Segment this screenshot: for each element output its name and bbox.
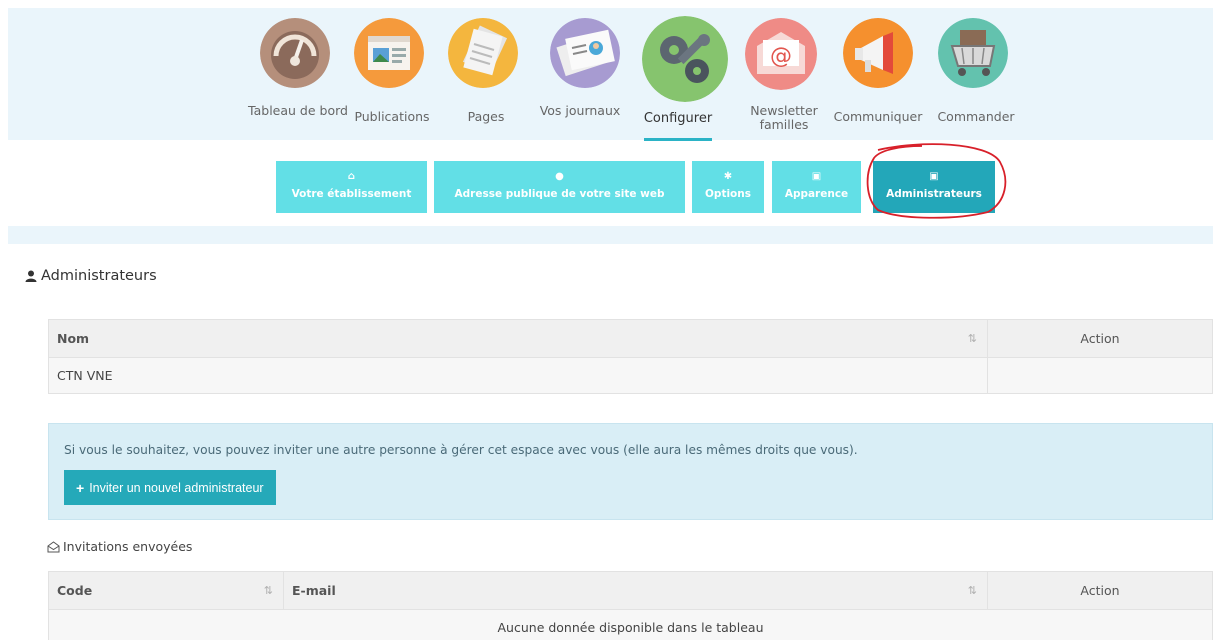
column-header-code[interactable]: Code ⇅ xyxy=(48,571,284,610)
table-row: Aucune donnée disponible dans le tableau xyxy=(48,609,1213,640)
image-icon: ▣ xyxy=(811,171,822,182)
megaphone-icon xyxy=(843,18,913,88)
content-divider-strip xyxy=(8,226,1213,244)
column-header-label: Action xyxy=(1080,331,1120,346)
tab-label: Votre établissement xyxy=(291,188,412,200)
newspaper-icon xyxy=(550,18,620,88)
invitations-table: Code ⇅ E-mail ⇅ Action Aucune donnée dis… xyxy=(48,571,1213,640)
svg-text:@: @ xyxy=(770,44,792,69)
publications-icon xyxy=(354,18,424,88)
column-header-email[interactable]: E-mail ⇅ xyxy=(283,571,988,610)
dashboard-gauge-icon xyxy=(260,18,330,88)
invitations-title-text: Invitations envoyées xyxy=(63,539,193,554)
nav-item-newsletter-familles[interactable]: @ Newsletter familles xyxy=(738,18,830,138)
red-annotation-ellipse xyxy=(866,143,1007,219)
admin-name-cell: CTN VNE xyxy=(48,357,988,394)
column-header-label: Action xyxy=(1080,583,1120,598)
tab-apparence[interactable]: ▣ Apparence xyxy=(772,161,861,213)
section-title: Administrateurs xyxy=(25,268,157,284)
administrators-table: Nom ⇅ Action CTN VNE xyxy=(48,319,1213,394)
invite-info-box: Si vous le souhaitez, vous pouvez invite… xyxy=(48,423,1213,520)
invite-admin-button-label: Inviter un nouvel administrateur xyxy=(89,480,264,495)
nav-item-communiquer[interactable]: Communiquer xyxy=(832,18,924,138)
nav-label: Vos journaux xyxy=(539,103,621,118)
nav-label: Pages xyxy=(467,109,505,124)
tab-label: Options xyxy=(705,188,751,200)
column-header-label: Nom xyxy=(57,331,90,346)
pages-icon xyxy=(448,18,518,88)
table-header-row: Code ⇅ E-mail ⇅ Action xyxy=(48,571,1213,610)
tab-label: Adresse publique de votre site web xyxy=(454,188,665,200)
email-icon: @ xyxy=(745,18,817,90)
table-row: CTN VNE xyxy=(48,357,1213,394)
nav-label: Publications xyxy=(354,109,430,124)
column-header-label: Code xyxy=(57,583,93,598)
gears-icon xyxy=(642,16,728,102)
invite-admin-button[interactable]: + Inviter un nouvel administrateur xyxy=(64,470,276,505)
plus-icon: + xyxy=(76,479,85,496)
nav-item-commander[interactable]: Commander xyxy=(930,18,1022,138)
nav-label: Commander xyxy=(937,109,1015,124)
gear-icon: ✱ xyxy=(723,171,733,182)
sort-icon[interactable]: ⇅ xyxy=(264,584,273,597)
nav-item-pages[interactable]: Pages xyxy=(440,18,532,138)
column-header-action: Action xyxy=(987,571,1213,610)
main-navigation: Tableau de bord Publications Pages Vos j… xyxy=(248,16,1032,141)
envelope-open-icon xyxy=(47,540,60,552)
home-icon: ⌂ xyxy=(347,171,356,182)
column-header-label: E-mail xyxy=(292,583,336,598)
sort-icon[interactable]: ⇅ xyxy=(968,332,977,345)
sort-icon[interactable]: ⇅ xyxy=(968,584,977,597)
column-header-action: Action xyxy=(987,319,1213,358)
tab-votre-etablissement[interactable]: ⌂ Votre établissement xyxy=(276,161,427,213)
nav-label: Communiquer xyxy=(833,109,923,124)
tab-label: Apparence xyxy=(784,188,849,200)
nav-item-configurer[interactable]: Configurer xyxy=(632,16,728,138)
nav-item-vos-journaux[interactable]: Vos journaux xyxy=(534,18,626,138)
tab-adresse-publique[interactable]: ● Adresse publique de votre site web xyxy=(434,161,685,213)
empty-table-message: Aucune donnée disponible dans le tableau xyxy=(48,609,1213,640)
invite-info-text: Si vous le souhaitez, vous pouvez invite… xyxy=(64,443,858,457)
table-header-row: Nom ⇅ Action xyxy=(48,319,1213,358)
invitations-title: Invitations envoyées xyxy=(47,539,192,554)
nav-label: Newsletter familles xyxy=(750,103,818,132)
section-title-text: Administrateurs xyxy=(41,268,157,284)
nav-item-tableau-de-bord[interactable]: Tableau de bord xyxy=(248,18,348,138)
admin-action-cell xyxy=(987,357,1213,394)
tab-options[interactable]: ✱ Options xyxy=(692,161,764,213)
nav-label: Tableau de bord xyxy=(248,103,348,118)
globe-icon: ● xyxy=(555,171,564,182)
active-nav-underline xyxy=(644,138,712,141)
column-header-nom[interactable]: Nom ⇅ xyxy=(48,319,988,358)
nav-item-publications[interactable]: Publications xyxy=(346,18,438,138)
nav-label: Configurer xyxy=(643,111,713,126)
user-icon xyxy=(25,270,37,282)
shopping-cart-icon xyxy=(938,18,1008,88)
